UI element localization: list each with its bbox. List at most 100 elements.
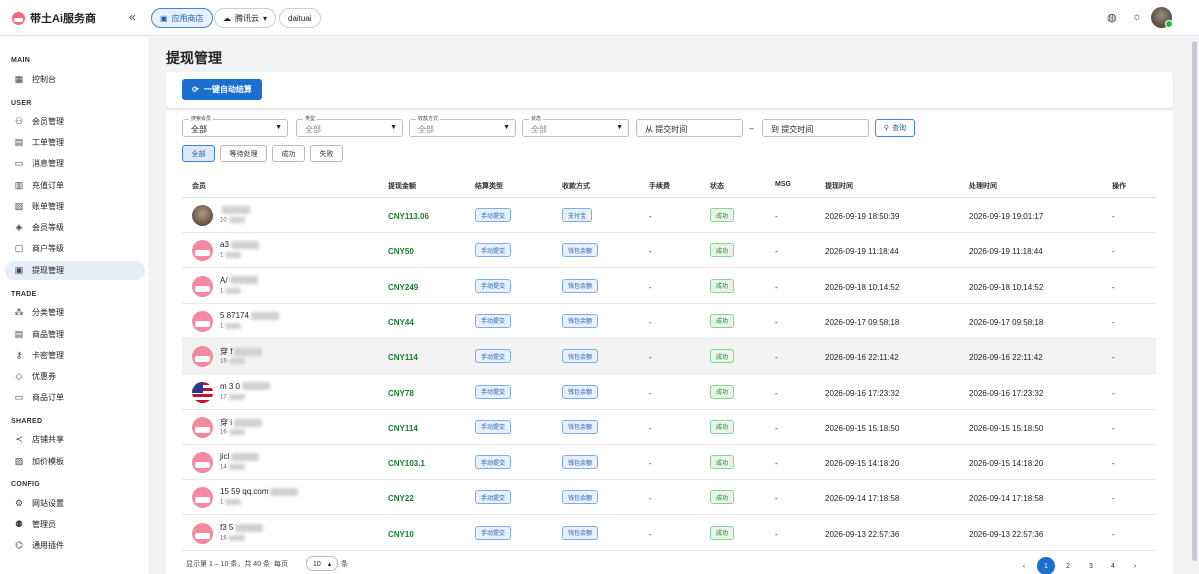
msg-cell: -: [775, 247, 778, 257]
auto-settle-button[interactable]: ⟳ 一键自动结算: [182, 79, 262, 100]
table-row[interactable]: 15 59 qq.com 1 CNY22 - - 2026-09-14 17:18:58 2…: [182, 480, 1156, 516]
next-page-button[interactable]: ›: [1126, 557, 1144, 574]
member-id: 10: [220, 217, 245, 224]
table-row[interactable]: m 3 0 17 CNY78 - - 2026-09-16 17:23:32 2026-09…: [182, 375, 1156, 410]
table-row[interactable]: jicl 14 CNY103.1 - - 2026-09-15 14:18:20 2026-…: [182, 445, 1156, 481]
payment-method-tag: 钱包余额: [562, 243, 599, 258]
page-1-button[interactable]: 1: [1037, 557, 1055, 574]
per-page-select[interactable]: 10 ▴: [306, 556, 338, 571]
msg-cell: -: [775, 282, 778, 292]
redaction-blur: [225, 322, 242, 329]
status-badge: 成功: [710, 208, 735, 222]
status-select[interactable]: 状态 全部 ▼: [522, 115, 629, 137]
scrollbar[interactable]: [1190, 37, 1199, 574]
fee-cell: -: [649, 353, 652, 363]
globe-icon[interactable]: ◍: [1107, 11, 1117, 24]
method-select[interactable]: 收款方式 全部 ▼: [409, 115, 516, 137]
table-row[interactable]: 10 CNY113.06 - - 2026-09-19 18:50:39 2026-09-…: [182, 198, 1156, 233]
caret-down-icon: ▼: [390, 124, 397, 131]
sidebar-item-admins[interactable]: ⚉ 管理员: [5, 515, 145, 534]
redaction-blur: [228, 464, 245, 471]
page-3-button[interactable]: 3: [1082, 557, 1100, 574]
query-button[interactable]: ⚲ 查询: [875, 119, 915, 137]
sidebar-item-recharge-orders[interactable]: ▥ 充值订单: [5, 176, 145, 195]
withdraw-time-cell: 2026-09-18 10:14:52: [825, 282, 900, 292]
caret-down-icon: ▼: [616, 124, 623, 131]
user-avatar[interactable]: [1151, 7, 1173, 28]
sidebar-item-messages[interactable]: ▭ 消息管理: [5, 154, 145, 173]
sun-icon[interactable]: ☼: [1132, 11, 1142, 23]
sidebar-item-withdraw[interactable]: ▣ 提现管理: [5, 261, 145, 280]
pagination-summary: 显示第 1 – 10 条，共 40 条: [186, 561, 271, 568]
sidebar-item-categories[interactable]: ⁂ 分类管理: [5, 303, 145, 322]
redaction-blur: [234, 418, 262, 427]
sidebar-item-coupons[interactable]: ◇ 优惠券: [5, 367, 145, 386]
payment-method-tag: 钱包余额: [562, 278, 599, 293]
amount-cell: CNY10: [388, 529, 414, 539]
sidebar-item-products[interactable]: ▤ 商品管理: [5, 325, 145, 344]
tab-pending[interactable]: 等待处理: [220, 145, 267, 162]
cloud-selector[interactable]: ☁ 腾讯云 ▾: [214, 8, 277, 28]
brand[interactable]: 带土Ai服务商: [12, 10, 96, 26]
user-pill[interactable]: daituai: [279, 8, 321, 28]
app-store-pill[interactable]: ▣ 应用商店: [151, 8, 213, 28]
member-id: 1: [220, 252, 242, 259]
sidebar-item-member-levels[interactable]: ◈ 会员等级: [5, 218, 145, 237]
process-time-cell: 2026-09-18 10:14:52: [969, 282, 1044, 292]
date-from-input[interactable]: 从 提交时间: [636, 119, 743, 137]
table-row[interactable]: 穿 i 16 CNY114 - - 2026-09-15 15:18:50 2026-09-…: [182, 410, 1156, 445]
settle-type-tag: 手动提交: [475, 349, 512, 364]
main-content: 提现管理 ⟳ 一键自动结算 搜索会员 全部 ▼ 类型 全部 ▼ 收款方式 全部 …: [150, 37, 1190, 574]
member-name: 穿 f: [220, 346, 263, 357]
status-badge: 成功: [710, 419, 735, 434]
member-id: 1: [220, 287, 242, 294]
sidebar-item-markup-template[interactable]: ▨ 加价模板: [5, 452, 145, 471]
table-row[interactable]: 5 87174 1 CNY44 - - 2026-09-17 09:58:18 2026-0…: [182, 304, 1156, 339]
member-select[interactable]: 搜索会员 全部 ▼: [182, 115, 288, 137]
section-user: USER: [11, 100, 32, 107]
table-row[interactable]: A/1 CNY249 - - 2026-09-18 10:14:52 2026-09-18…: [182, 269, 1156, 304]
tab-failed[interactable]: 失败: [310, 145, 343, 162]
sidebar-item-bills[interactable]: ▧ 账单管理: [5, 197, 145, 216]
tab-success[interactable]: 成功: [272, 145, 305, 162]
settings-icon: ⚙: [14, 498, 24, 508]
sidebar-item-merchant-levels[interactable]: ▢ 商户等级: [5, 239, 145, 258]
tab-all[interactable]: 全部: [182, 145, 215, 162]
withdraw-time-cell: 2026-09-16 22:11:42: [825, 353, 899, 363]
sidebar-item-plugins[interactable]: ⌬ 通用插件: [5, 536, 145, 555]
sidebar-item-members[interactable]: ⚇ 会员管理: [5, 112, 145, 131]
status-badge: 成功: [710, 525, 735, 540]
badge-icon: ◈: [15, 222, 23, 232]
key-icon: ⚷: [15, 350, 23, 360]
table-row[interactable]: a3 1 CNY50 - - 2026-09-19 11:18:44 2026-09-19 …: [182, 233, 1156, 269]
member-avatar: [192, 275, 213, 297]
status-badge: 成功: [710, 455, 735, 470]
sidebar-item-tickets[interactable]: ▤ 工单管理: [5, 133, 145, 152]
page-4-button[interactable]: 4: [1104, 557, 1122, 574]
fee-cell: -: [649, 388, 652, 398]
type-select[interactable]: 类型 全部 ▼: [296, 115, 403, 137]
process-time-cell: 2026-09-15 14:18:20: [969, 459, 1044, 469]
table-row[interactable]: f3 5 16 CNY10 - - 2026-09-13 22:57:36 2026-09-…: [182, 516, 1156, 551]
msg-cell: -: [775, 353, 778, 363]
date-to-input[interactable]: 到 提交时间: [762, 119, 869, 137]
sidebar-item-card-keys[interactable]: ⚷ 卡密管理: [5, 346, 145, 365]
page-title: 提现管理: [166, 50, 222, 66]
section-main: MAIN: [11, 57, 31, 64]
sidebar-item-site-settings[interactable]: ⚙ 网站设置: [5, 494, 145, 513]
sidebar-item-dashboard[interactable]: ▦ 控制台: [5, 70, 145, 89]
sidebar-item-shop-share[interactable]: ≺ 店铺共享: [5, 430, 145, 449]
double-chevron-left-icon[interactable]: «: [129, 10, 136, 24]
process-time-cell: 2026-09-19 11:18:44: [969, 247, 1043, 257]
withdraw-time-cell: 2026-09-17 09:58:18: [825, 317, 900, 327]
prev-page-button[interactable]: ‹: [1015, 557, 1033, 574]
table-row[interactable]: 穿 f 16 CNY114 - - 2026-09-16 22:11:42 2026-09-…: [182, 339, 1156, 375]
section-shared: SHARED: [11, 418, 43, 425]
process-time-cell: 2026-09-19 19:01:17: [969, 212, 1044, 221]
scrollbar-thumb[interactable]: [1192, 41, 1197, 561]
msg-cell: -: [775, 317, 778, 327]
page-2-button[interactable]: 2: [1059, 557, 1077, 574]
ticket-icon: ▤: [14, 137, 24, 147]
fee-cell: -: [649, 282, 652, 292]
sidebar-item-product-orders[interactable]: ▭ 商品订单: [5, 388, 145, 407]
